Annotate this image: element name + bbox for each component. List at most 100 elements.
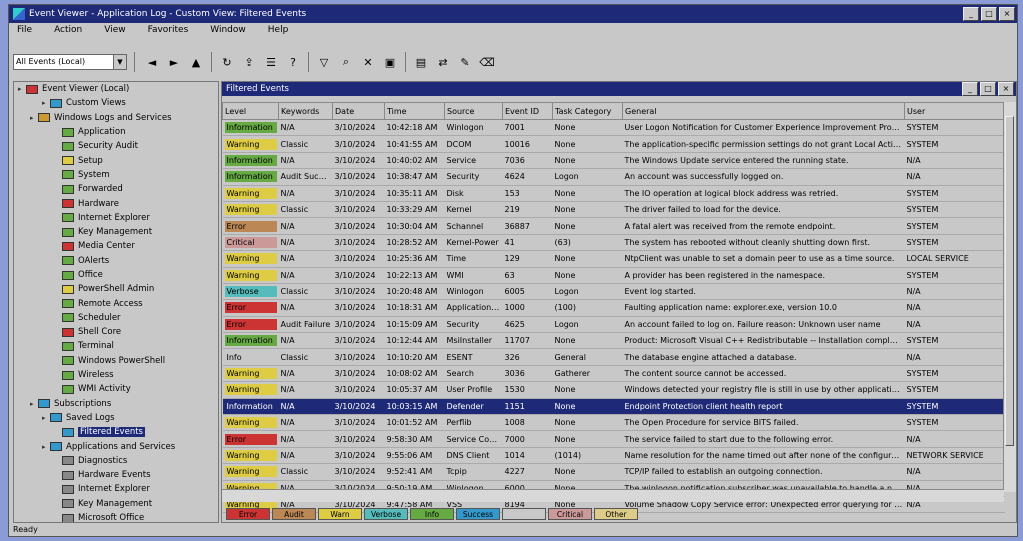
connect-button[interactable]: ⇄ — [433, 52, 453, 72]
vertical-scrollbar[interactable] — [1003, 102, 1016, 492]
level-filter-toggle[interactable] — [502, 508, 546, 520]
column-header[interactable]: Event ID — [502, 102, 553, 120]
column-header[interactable]: Level — [222, 102, 279, 120]
tree-item[interactable]: Diagnostics — [14, 454, 218, 468]
panel-close-button[interactable]: × — [998, 82, 1014, 96]
table-row[interactable]: Warning Classic 3/10/2024 10:33:29 AM Kernel… — [222, 201, 1005, 219]
tree-item[interactable]: Media Center — [14, 239, 218, 253]
back-button[interactable]: ◄ — [142, 52, 162, 72]
tree-item[interactable]: Remote Access — [14, 296, 218, 310]
table-row[interactable]: Error N/A 3/10/2024 10:18:31 AM Application … — [222, 299, 1005, 317]
tree-item[interactable]: WMI Activity — [14, 382, 218, 396]
table-row[interactable]: Information N/A 3/10/2024 10:03:15 AM Defend… — [222, 398, 1005, 416]
table-row[interactable]: Warning N/A 3/10/2024 10:05:37 AM User Profi… — [222, 381, 1005, 399]
chevron-down-icon[interactable]: ▼ — [113, 55, 126, 69]
tree-item[interactable]: Hardware Events — [14, 468, 218, 482]
tree-item[interactable]: Filtered Events — [14, 425, 218, 439]
tree-item[interactable]: ▸ Event Viewer (Local) — [14, 82, 218, 96]
table-row[interactable]: Information Audit Success 3/10/2024 10:38:4… — [222, 168, 1005, 186]
panel-maximize-button[interactable]: □ — [980, 82, 996, 96]
column-header[interactable]: General — [622, 102, 905, 120]
up-button[interactable]: ▲ — [186, 52, 206, 72]
tree-item[interactable]: ▸ Custom Views — [14, 96, 218, 110]
panel-minimize-button[interactable]: _ — [962, 82, 978, 96]
scroll-thumb[interactable] — [1005, 116, 1014, 446]
column-header[interactable]: User — [904, 102, 1005, 120]
menu-item-help[interactable]: Help — [264, 25, 293, 39]
expand-icon[interactable]: ▸ — [18, 85, 26, 93]
expand-icon[interactable]: ▸ — [42, 443, 50, 451]
tree-item[interactable]: PowerShell Admin — [14, 282, 218, 296]
table-row[interactable]: Error N/A 3/10/2024 10:30:04 AM Schannel 3688… — [222, 217, 1005, 235]
level-filter-toggle[interactable]: Critical — [548, 508, 592, 520]
tree-item[interactable]: ▸ Applications and Services — [14, 439, 218, 453]
table-row[interactable]: Information N/A 3/10/2024 10:40:02 AM Servic… — [222, 152, 1005, 170]
tree-item[interactable]: Hardware — [14, 196, 218, 210]
tree-item[interactable]: ▸ Subscriptions — [14, 397, 218, 411]
tree-item[interactable]: ▸ Saved Logs — [14, 411, 218, 425]
table-row[interactable]: Warning N/A 3/10/2024 9:55:06 AM DNS Client 1… — [222, 447, 1005, 465]
tree-item[interactable]: Application — [14, 125, 218, 139]
navigation-tree[interactable]: ▸ Event Viewer (Local) ▸ Custom Views ▸ Windo… — [13, 81, 219, 523]
table-row[interactable]: Verbose Classic 3/10/2024 10:20:48 AM Winlog… — [222, 283, 1005, 301]
level-filter-toggle[interactable]: Info — [410, 508, 454, 520]
help-button[interactable]: ? — [283, 52, 303, 72]
tree-item[interactable]: OAlerts — [14, 254, 218, 268]
tree-item[interactable]: Forwarded — [14, 182, 218, 196]
tree-item[interactable]: Setup — [14, 153, 218, 167]
table-row[interactable]: Error Audit Failure 3/10/2024 10:15:09 AM Se… — [222, 316, 1005, 334]
level-filter-toggle[interactable]: Success — [456, 508, 500, 520]
tree-item[interactable]: Wireless — [14, 368, 218, 382]
table-row[interactable]: Critical N/A 3/10/2024 10:28:52 AM Kernel-Po… — [222, 234, 1005, 252]
export-button[interactable]: ⇪ — [239, 52, 259, 72]
table-row[interactable]: Warning N/A 3/10/2024 10:35:11 AM Disk 153 Non… — [222, 185, 1005, 202]
clear-button[interactable]: ✕ — [358, 52, 378, 72]
column-header[interactable]: Task Category — [552, 102, 623, 120]
table-row[interactable]: Error N/A 3/10/2024 9:58:30 AM Service Contr… — [222, 430, 1005, 448]
forward-button[interactable]: ► — [164, 52, 184, 72]
tree-item[interactable]: Office — [14, 268, 218, 282]
tree-item[interactable]: Shell Core — [14, 325, 218, 339]
tree-item[interactable]: Security Audit — [14, 139, 218, 153]
expand-icon[interactable]: ▸ — [42, 414, 50, 422]
expand-icon[interactable]: ▸ — [42, 99, 50, 107]
tree-item[interactable]: ▸ Windows Logs and Services — [14, 111, 218, 125]
menu-item-view[interactable]: View — [100, 25, 129, 39]
save-button[interactable]: ▣ — [380, 52, 400, 72]
refresh-button[interactable]: ↻ — [217, 52, 237, 72]
level-filter-toggle[interactable]: Error — [226, 508, 270, 520]
tree-item[interactable]: Terminal — [14, 339, 218, 353]
scope-select[interactable]: All Events (Local) ▼ — [13, 54, 127, 70]
level-filter-toggle[interactable]: Other — [594, 508, 638, 520]
horizontal-scrollbar[interactable] — [222, 489, 1004, 502]
tree-item[interactable]: Internet Explorer — [14, 482, 218, 496]
column-header[interactable]: Source — [444, 102, 503, 120]
maximize-button[interactable]: □ — [981, 7, 997, 21]
tree-item[interactable]: Key Management — [14, 497, 218, 511]
table-row[interactable]: Warning Classic 3/10/2024 10:41:55 AM DCOM 10… — [222, 135, 1005, 153]
tree-item[interactable]: Microsoft Office — [14, 511, 218, 522]
table-row[interactable]: Warning N/A 3/10/2024 10:08:02 AM Search 3036… — [222, 365, 1005, 383]
column-header[interactable]: Date — [332, 102, 385, 120]
filter-button[interactable]: ▽ — [314, 52, 334, 72]
table-row[interactable]: Information N/A 3/10/2024 10:42:18 AM Winlog… — [222, 119, 1005, 137]
tree-item[interactable]: Scheduler — [14, 311, 218, 325]
table-row[interactable]: Info Classic 3/10/2024 10:10:20 AM ESENT 326 G… — [222, 348, 1005, 366]
level-filter-toggle[interactable]: Verbose — [364, 508, 408, 520]
expand-icon[interactable]: ▸ — [30, 400, 38, 408]
table-row[interactable]: Warning N/A 3/10/2024 10:25:36 AM Time 129 Non… — [222, 250, 1005, 268]
open-button[interactable]: ▤ — [411, 52, 431, 72]
properties-button[interactable]: ☰ — [261, 52, 281, 72]
find-button[interactable]: ⌕ — [336, 52, 356, 72]
table-row[interactable]: Information N/A 3/10/2024 10:12:44 AM MsiIns… — [222, 332, 1005, 350]
expand-icon[interactable]: ▸ — [30, 114, 38, 122]
tree-item[interactable]: System — [14, 168, 218, 182]
menu-item-window[interactable]: Window — [206, 25, 250, 39]
table-row[interactable]: Warning Classic 3/10/2024 9:52:41 AM Tcpip 42… — [222, 463, 1005, 481]
delete-button[interactable]: ⌫ — [477, 52, 497, 72]
menu-item-file[interactable]: File — [13, 25, 36, 39]
tree-item[interactable]: Windows PowerShell — [14, 354, 218, 368]
tree-item[interactable]: Key Management — [14, 225, 218, 239]
level-filter-toggle[interactable]: Audit — [272, 508, 316, 520]
column-header[interactable]: Keywords — [278, 102, 333, 120]
